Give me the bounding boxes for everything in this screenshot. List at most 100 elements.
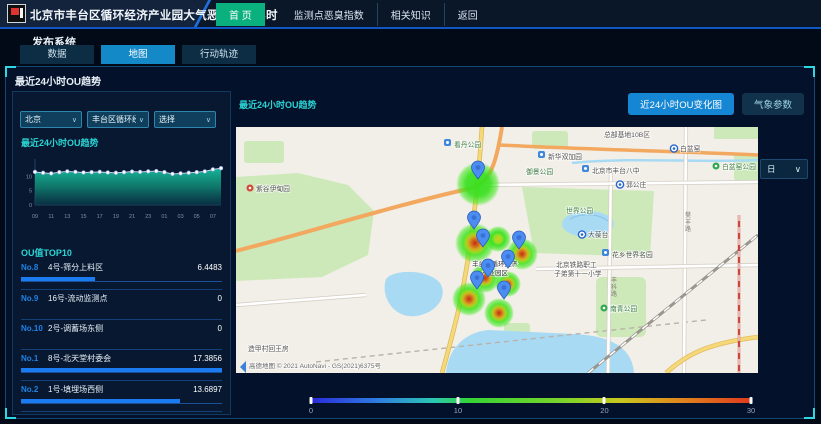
svg-text:17: 17 — [97, 214, 103, 220]
svg-text:北京市丰台八中: 北京市丰台八中 — [592, 166, 640, 175]
map-button-0[interactable]: 近24小时OU变化图 — [628, 93, 734, 115]
time-range-select[interactable]: 日 ∨ — [760, 159, 808, 179]
svg-text:丰科路: 丰科路 — [611, 276, 617, 298]
panel-title: 最近24小时OU趋势 — [15, 73, 101, 88]
trend-chart-title: 最近24小时OU趋势 — [21, 136, 99, 149]
legend-tick-label: 30 — [747, 406, 755, 415]
rank-number: No.9 — [21, 294, 48, 303]
rank-number: No.1 — [21, 354, 48, 363]
svg-text:紫谷伊甸园: 紫谷伊甸园 — [256, 184, 290, 193]
map-attribution: 高德地图 © 2021 AutoNavi - GS(2021)6375号 — [249, 361, 381, 370]
svg-text:03: 03 — [178, 214, 184, 220]
ranking-row[interactable]: No.84号-筛分上料区6.4483 — [21, 259, 222, 290]
rank-bar — [21, 277, 222, 282]
main-panel: 最近24小时OU趋势 北京∨丰台区循环经济产∨选择∨ 最近24小时OU趋势 05… — [5, 66, 815, 419]
legend-tick-label: 0 — [309, 406, 313, 415]
ranking-row[interactable]: No.18号-北天堂村委会17.3856 — [21, 350, 222, 381]
publish-tab-2[interactable]: 行动轨迹 — [182, 45, 256, 64]
chevron-down-icon: ∨ — [795, 164, 801, 175]
ranking-list: No.84号-筛分上料区6.4483No.916号-流动监测点0No.102号-… — [21, 259, 222, 412]
filter-selects: 北京∨丰台区循环经济产∨选择∨ — [20, 111, 216, 128]
rank-value: 6.4483 — [198, 263, 222, 272]
publish-tab-1[interactable]: 地图 — [101, 45, 175, 64]
ranking-row[interactable]: No.21号-填埋场西侧13.6897 — [21, 381, 222, 412]
rank-value: 0 — [218, 294, 222, 303]
svg-text:01: 01 — [161, 214, 167, 220]
map-buttons: 近24小时OU变化图气象参数 — [628, 93, 804, 115]
svg-text:御景公园: 御景公园 — [526, 167, 553, 176]
sidebar: 北京∨丰台区循环经济产∨选择∨ 最近24小时OU趋势 0510091113151… — [12, 91, 231, 415]
chevron-down-icon: ∨ — [72, 116, 77, 124]
app-logo — [7, 4, 26, 23]
corner-decor — [804, 408, 815, 419]
time-range-value: 日 — [767, 163, 776, 175]
rank-station-name: 2号-调蓄场东侧 — [48, 323, 218, 334]
svg-text:子弟第十一小学: 子弟第十一小学 — [554, 269, 602, 278]
svg-text:造甲村回王房: 造甲村回王房 — [248, 344, 289, 353]
chevron-down-icon: ∨ — [139, 116, 144, 124]
filter-select-value: 选择 — [159, 114, 175, 125]
heatmap-legend-gradient — [311, 398, 751, 403]
rank-number: No.8 — [21, 263, 48, 272]
ranking-row[interactable]: No.102号-调蓄场东侧0 — [21, 320, 222, 350]
ou-trend-chart: 0510091113151719212301030507 — [15, 149, 227, 223]
rank-value: 17.3856 — [193, 354, 222, 363]
svg-text:看丹公园: 看丹公园 — [454, 141, 481, 149]
rank-station-name: 16号-流动监测点 — [48, 293, 218, 304]
map-subtitle: 最近24小时OU趋势 — [239, 98, 317, 111]
rank-number: No.10 — [21, 324, 48, 333]
publish-tabs: 数据地图行动轨迹 — [20, 45, 256, 64]
heatmap-legend: 0102030 — [311, 398, 751, 416]
filter-select-value: 丰台区循环经济产 — [92, 114, 136, 125]
svg-text:07: 07 — [210, 214, 216, 220]
chevron-down-icon: ∨ — [206, 116, 211, 124]
svg-text:花乡世界名园: 花乡世界名园 — [612, 250, 653, 259]
legend-tick-label: 20 — [600, 406, 608, 415]
svg-text:南青公园: 南青公园 — [610, 304, 637, 313]
rank-number: No.2 — [21, 385, 48, 394]
filter-select-1[interactable]: 丰台区循环经济产∨ — [87, 111, 149, 128]
svg-text:09: 09 — [32, 214, 38, 220]
corner-decor — [804, 66, 815, 77]
top-bar: 北京市丰台区循环经济产业园大气恶臭状况实时 首 页监测点恶臭指数相关知识返回 — [0, 0, 821, 29]
main-nav: 首 页监测点恶臭指数相关知识返回 — [216, 4, 491, 25]
map-canvas[interactable]: 看丹公园总部基地10B区新华双加园御景公园北京市丰台八中世界公园紫谷伊甸园大葆台… — [236, 127, 758, 373]
filter-select-0[interactable]: 北京 ∨ — [20, 111, 82, 128]
rank-station-name: 4号-筛分上料区 — [48, 262, 198, 273]
svg-text:世界公园: 世界公园 — [566, 206, 593, 215]
svg-text:总部基地10B区: 总部基地10B区 — [604, 130, 650, 139]
legend-marker — [750, 397, 753, 404]
filter-select-2[interactable]: 选择 ∨ — [154, 111, 216, 128]
svg-text:10: 10 — [26, 174, 32, 180]
nav-item-3[interactable]: 返回 — [444, 3, 491, 26]
svg-text:北京铁路职工: 北京铁路职工 — [556, 260, 597, 269]
legend-marker — [603, 397, 606, 404]
rank-value: 13.6897 — [193, 385, 222, 394]
filter-select-value: 北京 — [25, 114, 41, 125]
map-button-1[interactable]: 气象参数 — [742, 93, 804, 115]
svg-text:5: 5 — [29, 189, 32, 195]
rank-bar — [21, 399, 222, 404]
legend-tick-label: 10 — [454, 406, 462, 415]
ranking-title: OU值TOP10 — [21, 246, 72, 259]
svg-text:11: 11 — [48, 214, 54, 220]
legend-marker — [456, 397, 459, 404]
nav-item-1[interactable]: 监测点恶臭指数 — [281, 3, 377, 26]
svg-text:13: 13 — [64, 214, 70, 220]
nav-item-0[interactable]: 首 页 — [216, 3, 265, 26]
rank-station-name: 1号-填埋场西侧 — [48, 384, 193, 395]
publish-tab-0[interactable]: 数据 — [20, 45, 94, 64]
nav-item-2[interactable]: 相关知识 — [377, 3, 444, 26]
svg-text:15: 15 — [80, 214, 86, 220]
ranking-row[interactable]: No.916号-流动监测点0 — [21, 290, 222, 320]
svg-text:白盆窑公园: 白盆窑公园 — [722, 162, 756, 171]
rank-value: 0 — [218, 324, 222, 333]
svg-text:白盆窑: 白盆窑 — [680, 144, 701, 153]
rank-station-name: 8号-北天堂村委会 — [48, 353, 193, 364]
legend-marker — [310, 397, 313, 404]
svg-text:大葆台: 大葆台 — [588, 230, 609, 239]
svg-text:19: 19 — [113, 214, 119, 220]
svg-text:0: 0 — [29, 203, 32, 209]
screen: 北京市丰台区循环经济产业园大气恶臭状况实时 首 页监测点恶臭指数相关知识返回 发… — [0, 0, 821, 424]
svg-text:05: 05 — [194, 214, 200, 220]
